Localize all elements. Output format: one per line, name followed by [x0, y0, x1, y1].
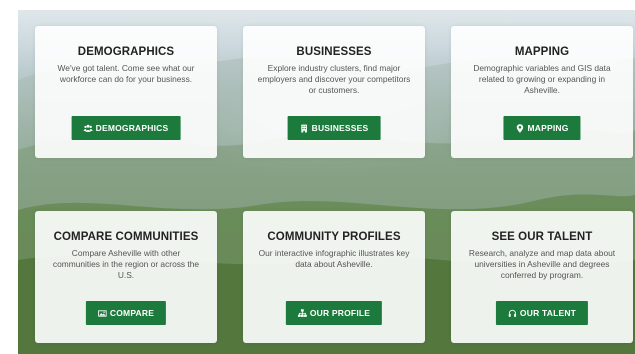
card-businesses: BUSINESSES Explore industry clusters, fi…	[243, 26, 425, 158]
button-label: DEMOGRAPHICS	[95, 123, 169, 133]
button-label: COMPARE	[109, 308, 155, 318]
card-description: Research, analyze and map data about uni…	[468, 248, 616, 280]
card-title: COMMUNITY PROFILES	[267, 231, 401, 243]
businesses-button[interactable]: BUSINESSES	[287, 116, 381, 140]
card-title: SEE OUR TALENT	[491, 231, 593, 243]
button-label: OUR PROFILE	[309, 308, 371, 318]
headset-icon	[508, 309, 517, 318]
card-title: BUSINESSES	[296, 46, 372, 58]
compare-button[interactable]: COMPARE	[85, 301, 167, 325]
picture-icon	[98, 309, 107, 318]
card-community-profiles: COMMUNITY PROFILES Our interactive infog…	[243, 211, 425, 343]
card-see-our-talent: SEE OUR TALENT Research, analyze and map…	[451, 211, 633, 343]
card-description: Our interactive infographic illustrates …	[258, 248, 410, 269]
card-description: Demographic variables and GIS data relat…	[473, 63, 611, 95]
our-profile-button[interactable]: OUR PROFILE	[285, 301, 383, 325]
card-compare-communities: COMPARE COMMUNITIES Compare Asheville wi…	[35, 211, 217, 343]
our-talent-button[interactable]: OUR TALENT	[495, 301, 589, 325]
map-marker-icon	[515, 123, 524, 133]
card-mapping: MAPPING Demographic variables and GIS da…	[451, 26, 633, 158]
card-demographics: DEMOGRAPHICS We've got talent. Come see …	[35, 26, 217, 158]
card-title: DEMOGRAPHICS	[77, 46, 175, 58]
card-title: MAPPING	[514, 46, 570, 58]
card-description: Explore industry clusters, find major em…	[257, 63, 411, 95]
button-label: MAPPING	[527, 123, 569, 133]
card-description: We've got talent. Come see what our work…	[57, 63, 195, 84]
button-label: OUR TALENT	[519, 308, 577, 318]
sitemap-icon	[297, 308, 307, 318]
card-title: COMPARE COMMUNITIES	[53, 231, 199, 243]
demographics-button[interactable]: DEMOGRAPHICS	[71, 116, 181, 140]
building-icon	[300, 124, 309, 133]
card-description: Compare Asheville with other communities…	[52, 248, 200, 280]
people-icon	[83, 124, 93, 133]
button-label: BUSINESSES	[311, 123, 369, 133]
mapping-button[interactable]: MAPPING	[503, 116, 581, 140]
